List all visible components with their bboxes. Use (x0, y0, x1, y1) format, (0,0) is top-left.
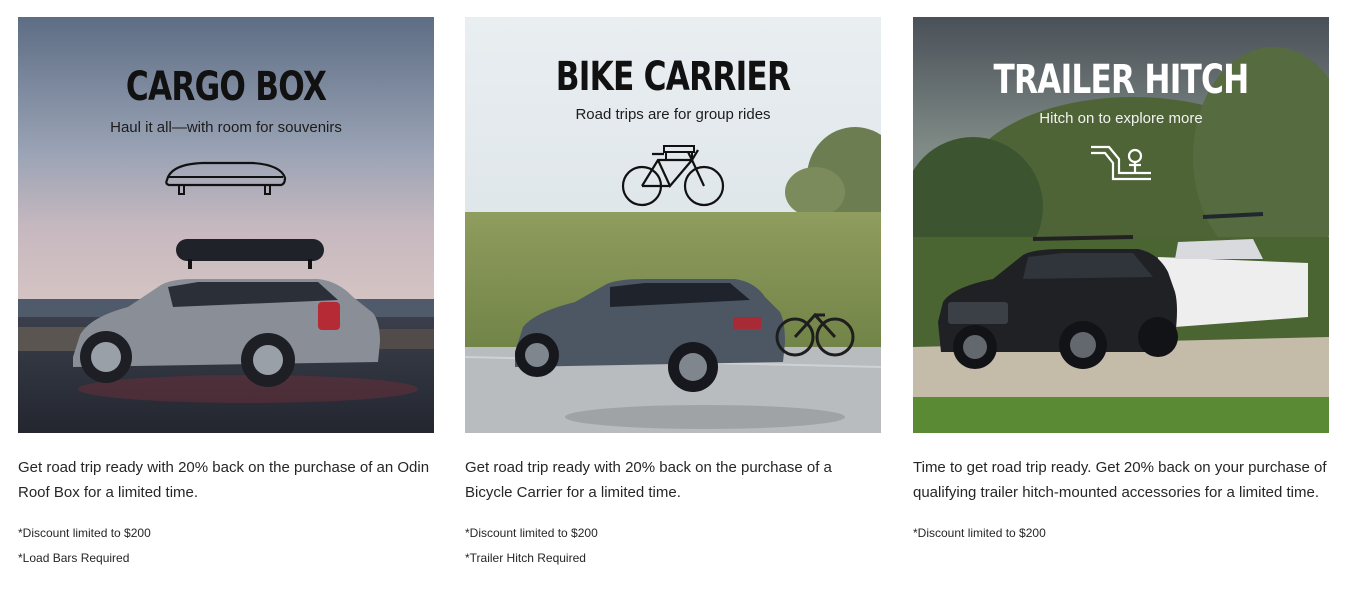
promo-description: Get road trip ready with 20% back on the… (465, 459, 832, 501)
promo-grid: CARGO BOX Haul it all—with room for souv… (0, 0, 1345, 590)
hero-image-cargo-box[interactable]: CARGO BOX Haul it all—with room for souv… (18, 17, 434, 433)
bicycle-icon (621, 145, 725, 207)
hero-subtitle: Haul it all—with room for souvenirs (110, 119, 342, 136)
hero-title: TRAILER HITCH (993, 57, 1249, 103)
promo-note: *Trailer Hitch Required (465, 550, 586, 565)
promo-note: *Discount limited to $200 (18, 526, 151, 540)
promo-notes: *Discount limited to $200 *Trailer Hitch… (465, 521, 881, 570)
promo-card-cargo-box: CARGO BOX Haul it all—with room for souv… (18, 17, 434, 570)
promo-note: *Discount limited to $200 (913, 526, 1046, 540)
trailer-hitch-icon (1091, 145, 1151, 181)
promo-note: *Load Bars Required (18, 550, 130, 565)
hero-title: BIKE CARRIER (555, 54, 791, 100)
promo-card-bike-carrier: BIKE CARRIER Road trips are for group ri… (465, 17, 881, 570)
hero-subtitle: Hitch on to explore more (1039, 110, 1203, 127)
hero-image-trailer-hitch[interactable]: TRAILER HITCH Hitch on to explore more (913, 17, 1329, 433)
promo-card-trailer-hitch: TRAILER HITCH Hitch on to explore more T… (913, 17, 1329, 546)
hero-title: CARGO BOX (125, 64, 327, 110)
promo-description: Time to get road trip ready. Get 20% bac… (913, 459, 1327, 501)
promo-notes: *Discount limited to $200 *Load Bars Req… (18, 521, 434, 570)
promo-note: *Discount limited to $200 (465, 526, 598, 540)
cargo-box-icon (165, 161, 287, 195)
promo-description: Get road trip ready with 20% back on the… (18, 459, 430, 501)
hero-subtitle: Road trips are for group rides (575, 106, 771, 123)
hero-image-bike-carrier[interactable]: BIKE CARRIER Road trips are for group ri… (465, 17, 881, 433)
promo-notes: *Discount limited to $200 (913, 521, 1329, 546)
